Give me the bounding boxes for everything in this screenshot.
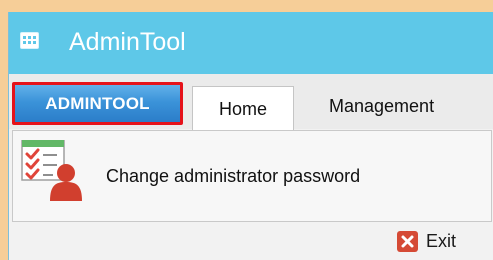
title-bar[interactable]: AdminTool	[9, 12, 493, 74]
tab-home[interactable]: Home	[192, 86, 294, 131]
window-title: AdminTool	[69, 28, 186, 56]
ribbon-tab-strip: ADMINTOOL Home Management	[9, 74, 493, 131]
exit-button[interactable]: Exit	[397, 229, 471, 255]
app-window-icon	[20, 32, 39, 49]
admin-tool-window: AdminTool ADMINTOOL Home Management Chan…	[8, 12, 493, 260]
tab-admintool[interactable]: ADMINTOOL	[12, 82, 183, 125]
checklist-user-icon	[21, 140, 82, 201]
command-label: Change administrator password	[106, 166, 361, 186]
change-administrator-password-button[interactable]: Change administrator password	[21, 137, 411, 203]
tab-admintool-label: ADMINTOOL	[45, 93, 150, 113]
ribbon-panel-home: Change administrator password	[12, 130, 492, 222]
tab-management[interactable]: Management	[329, 96, 434, 117]
exit-label: Exit	[426, 231, 457, 251]
close-icon	[397, 231, 418, 252]
